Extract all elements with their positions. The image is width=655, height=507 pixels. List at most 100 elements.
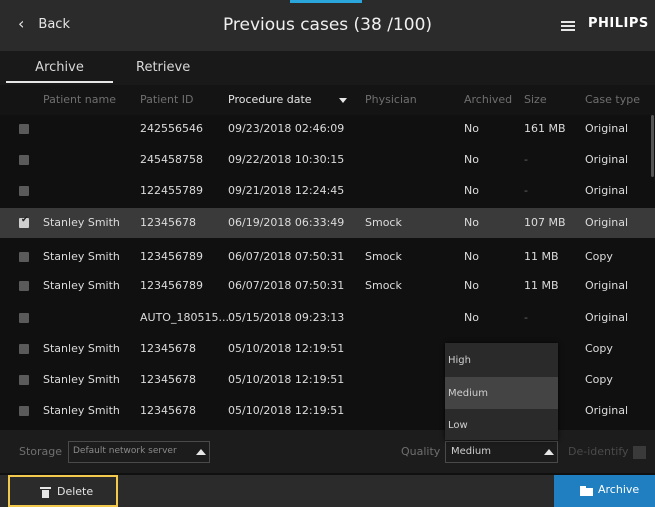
cell-procedure-date: 05/10/2018 12:19:51	[228, 342, 345, 355]
quality-option-high[interactable]: High	[445, 344, 558, 376]
table-row-selected[interactable]: ✔ Stanley Smith 12345678 06/19/2018 06:3…	[0, 208, 655, 238]
cell-procedure-date: 05/10/2018 12:19:51	[228, 373, 345, 386]
cell-patient-name: Stanley Smith	[43, 250, 120, 263]
delete-label: Delete	[57, 485, 94, 498]
cell-archived: No	[464, 122, 479, 135]
column-header-case-type[interactable]: Case type	[585, 85, 640, 115]
cell-case-type: Original	[585, 311, 629, 324]
row-checkbox[interactable]	[19, 124, 29, 134]
page-title: Previous cases (38 /100)	[222, 15, 433, 35]
quality-selected-value: Medium	[451, 446, 491, 457]
cell-case-type: Original	[585, 216, 629, 229]
cell-archived: No	[464, 153, 479, 166]
table-row[interactable]: 245458758 09/22/2018 10:30:15 No - Origi…	[0, 146, 655, 173]
cell-procedure-date: 09/22/2018 10:30:15	[228, 153, 345, 166]
table-row[interactable]: 122455789 09/21/2018 12:24:45 No - Origi…	[0, 177, 655, 204]
bottom-action-bar: Delete Archive	[0, 475, 655, 507]
quality-label: Quality	[401, 445, 441, 458]
storage-label: Storage	[19, 445, 63, 458]
cell-procedure-date: 09/21/2018 12:24:45	[228, 184, 345, 197]
column-header-physician[interactable]: Physician	[365, 85, 417, 115]
archive-button[interactable]: Archive	[554, 475, 655, 507]
tab-retrieve[interactable]: Retrieve	[136, 51, 190, 85]
cell-case-type: Original	[585, 122, 629, 135]
cell-patient-name: Stanley Smith	[43, 279, 120, 292]
deidentify-checkbox[interactable]	[633, 446, 646, 459]
quality-select[interactable]: Medium	[445, 441, 558, 463]
tab-archive[interactable]: Archive	[6, 51, 113, 85]
cell-physician: Smock	[365, 250, 402, 263]
cell-case-type: Original	[585, 279, 629, 292]
brand-logo: PHILIPS	[588, 16, 649, 31]
cell-archived: No	[464, 279, 479, 292]
cell-patient-id: 245458758	[140, 153, 203, 166]
cell-case-type: Copy	[585, 373, 613, 386]
row-checkbox[interactable]	[19, 155, 29, 165]
cell-physician: Smock	[365, 279, 402, 292]
cell-size: -	[524, 311, 528, 324]
cell-patient-id: 123456789	[140, 279, 203, 292]
delete-button[interactable]: Delete	[8, 475, 118, 507]
cell-procedure-date: 06/19/2018 06:33:49	[228, 216, 345, 229]
row-checkbox[interactable]	[19, 406, 29, 416]
column-header-patient-id[interactable]: Patient ID	[140, 85, 194, 115]
row-checkbox-checked[interactable]: ✔	[19, 215, 29, 228]
cell-case-type: Copy	[585, 250, 613, 263]
cell-procedure-date: 05/10/2018 12:19:51	[228, 404, 345, 417]
cell-patient-id: AUTO_180515...	[140, 311, 229, 324]
cell-patient-name: Stanley Smith	[43, 373, 120, 386]
column-header-procedure-date[interactable]: Procedure date	[228, 85, 312, 115]
sort-descending-icon[interactable]	[339, 98, 347, 103]
cell-patient-id: 123456789	[140, 250, 203, 263]
table-header: Patient name Patient ID Procedure date P…	[0, 85, 655, 115]
cell-case-type: Original	[585, 404, 629, 417]
cell-size: -	[524, 184, 528, 197]
cell-patient-name: Stanley Smith	[43, 342, 120, 355]
trash-icon	[40, 487, 51, 498]
column-header-size[interactable]: Size	[524, 85, 547, 115]
back-button[interactable]: ‹ Back	[18, 16, 70, 32]
table-scrollbar[interactable]	[651, 115, 654, 177]
checkmark-icon: ✔	[21, 215, 29, 225]
cell-case-type: Copy	[585, 342, 613, 355]
cell-patient-id: 12345678	[140, 404, 196, 417]
column-header-patient-name[interactable]: Patient name	[43, 85, 116, 115]
quality-dropdown-menu: High Medium Low	[445, 343, 558, 440]
storage-selected-value: Default network server	[73, 446, 177, 456]
row-checkbox[interactable]	[19, 313, 29, 323]
cell-physician: Smock	[365, 216, 402, 229]
cell-procedure-date: 09/23/2018 02:46:09	[228, 122, 345, 135]
quality-option-low[interactable]: Low	[445, 409, 558, 441]
cell-patient-id: 12345678	[140, 216, 196, 229]
table-row[interactable]: AUTO_180515... 05/15/2018 09:23:13 No - …	[0, 304, 655, 331]
row-checkbox[interactable]	[19, 281, 29, 291]
hamburger-menu-icon[interactable]	[561, 21, 575, 31]
table-row[interactable]: Stanley Smith 123456789 06/07/2018 07:50…	[0, 243, 655, 270]
cell-case-type: Original	[585, 184, 629, 197]
cell-patient-id: 12345678	[140, 373, 196, 386]
cell-size: 11 MB	[524, 250, 559, 263]
row-checkbox[interactable]	[19, 375, 29, 385]
cell-archived: No	[464, 311, 479, 324]
tab-bar: Archive Retrieve	[0, 51, 655, 85]
cell-procedure-date: 06/07/2018 07:50:31	[228, 279, 345, 292]
row-checkbox[interactable]	[19, 252, 29, 262]
top-bar: ‹ Back Previous cases (38 /100) PHILIPS	[0, 0, 655, 51]
cell-procedure-date: 06/07/2018 07:50:31	[228, 250, 345, 263]
chevron-left-icon: ‹	[18, 14, 25, 33]
folder-icon	[580, 486, 593, 496]
cell-size: -	[524, 153, 528, 166]
column-header-archived[interactable]: Archived	[464, 85, 512, 115]
back-label: Back	[38, 16, 70, 32]
cell-patient-id: 242556546	[140, 122, 203, 135]
row-checkbox[interactable]	[19, 186, 29, 196]
row-checkbox[interactable]	[19, 344, 29, 354]
table-row[interactable]: 242556546 09/23/2018 02:46:09 No 161 MB …	[0, 115, 655, 142]
caret-up-icon	[544, 449, 554, 455]
top-accent-line	[290, 0, 362, 3]
quality-option-medium[interactable]: Medium	[445, 377, 558, 409]
table-row[interactable]: Stanley Smith 123456789 06/07/2018 07:50…	[0, 272, 655, 299]
cell-patient-id: 122455789	[140, 184, 203, 197]
cell-size: 161 MB	[524, 122, 566, 135]
storage-select[interactable]: Default network server	[68, 441, 210, 463]
